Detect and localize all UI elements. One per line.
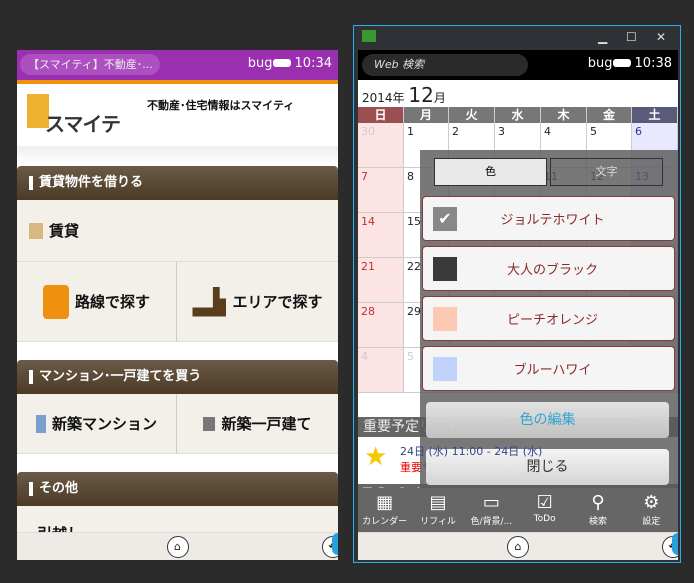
color-swatch [433, 306, 457, 331]
clock: 10:34 [294, 56, 332, 71]
accent-bar [17, 80, 338, 84]
calendar-day[interactable]: 28 [358, 303, 404, 348]
toolbar-refill[interactable]: ▤ リフィル [411, 488, 464, 532]
refill-icon: ▤ [429, 492, 447, 513]
status-bar: Web 検索 bug 10:38 [358, 50, 678, 80]
calendar-day[interactable]: 4 [358, 348, 404, 393]
star-icon: ★ [364, 442, 388, 472]
carrier: bug [247, 56, 273, 71]
emulator-window: ▁ ☐ ✕ Web 検索 bug 10:38 2014年 12月 重要予定リスト … [353, 25, 681, 563]
todo-icon: ☑ [536, 492, 553, 513]
edit-color-button[interactable]: 色の編集 [426, 402, 669, 438]
section-buy: マンション･一戸建てを買う [17, 360, 338, 394]
calendar-day[interactable]: 7 [358, 168, 404, 213]
tab-color[interactable]: 色 [434, 158, 547, 186]
bottom-nav: ⌂ ↶ [17, 532, 338, 560]
battery-icon [272, 59, 291, 67]
color-option[interactable]: 大人のブラック [422, 246, 675, 291]
color-swatch [433, 356, 457, 381]
weekday-header: 火 [449, 107, 495, 123]
gear-icon: ⚙ [643, 492, 660, 513]
color-option[interactable]: ✔ ジョルテホワイト [422, 196, 675, 241]
calendar-day[interactable]: 30 [358, 123, 404, 168]
left-phone-screen: 【スマイティ】不動産･... bug 10:34 スマイティ 不動産･住宅情報はス… [17, 50, 338, 560]
web-search-bar[interactable]: Web 検索 [362, 54, 528, 76]
carrier: bug [587, 56, 613, 71]
weekday-header: 日 [358, 107, 404, 123]
section-other: その他 [17, 472, 338, 506]
home-button[interactable]: ⌂ [507, 536, 529, 558]
weekday-header: 金 [587, 107, 632, 123]
japan-map-icon [192, 286, 227, 317]
weekday-header: 木 [541, 107, 587, 123]
minimize-button[interactable]: ▁ [598, 30, 607, 44]
side-handle[interactable] [672, 533, 678, 555]
monitor-icon: ▭ [482, 492, 500, 513]
bottom-nav: ⌂ ↶ [358, 532, 678, 560]
new-condo-link[interactable]: 新築マンション [17, 394, 177, 454]
right-phone-screen: Web 検索 bug 10:38 2014年 12月 重要予定リスト ★ 24日 … [358, 50, 678, 560]
search-by-line-link[interactable]: 路線で探す [17, 262, 177, 342]
color-dialog: 色 文字 ✔ ジョルテホワイト 大人のブラック ピーチオレンジ ブルーハワイ 色の編集 … [420, 150, 678, 490]
color-swatch [433, 256, 457, 281]
toolbar-search[interactable]: ⚲ 検索 [571, 488, 624, 532]
tagline: 不動産･住宅情報はスマイティ [147, 99, 295, 112]
event-time[interactable]: 24日 (水) 11:00 - 24日 (水) [400, 443, 542, 459]
weekday-header: 月 [404, 107, 449, 123]
new-house-link[interactable]: 新築一戸建て [177, 394, 338, 454]
smaity-logo[interactable]: スマイティ [27, 94, 137, 165]
app-icon [362, 30, 376, 42]
calendar-day[interactable]: 14 [358, 213, 404, 258]
toolbar-calendar[interactable]: ▦ カレンダー [358, 488, 411, 532]
weekday-header: 水 [495, 107, 541, 123]
toolbar-gear[interactable]: ⚙ 設定 [625, 488, 678, 532]
status-bar: 【スマイティ】不動産･... bug 10:34 [17, 50, 338, 80]
calendar-icon: ▦ [376, 492, 394, 513]
weekday-header: 土 [632, 107, 678, 123]
train-icon [42, 284, 69, 319]
tab-text[interactable]: 文字 [550, 158, 663, 186]
color-option[interactable]: ブルーハワイ [422, 346, 675, 391]
calendar-day[interactable]: 21 [358, 258, 404, 303]
home-button[interactable]: ⌂ [166, 536, 189, 558]
toolbar-monitor[interactable]: ▭ 色/背景/... [465, 488, 518, 532]
rent-link[interactable]: 賃貸 [17, 200, 338, 262]
search-icon: ⚲ [591, 492, 605, 513]
maximize-button[interactable]: ☐ [626, 30, 637, 44]
rent-icon [29, 222, 43, 239]
close-button[interactable]: ✕ [656, 30, 666, 44]
bottom-toolbar: ▦ カレンダー ▤ リフィル ▭ 色/背景/... ☑ ToDo ⚲ 検索 ⚙ 設定 [358, 488, 678, 532]
month-title: 2014年 12月 [362, 83, 446, 107]
condo-icon [35, 414, 46, 433]
notification-title[interactable]: 【スマイティ】不動産･... [20, 54, 160, 75]
check-icon: ✔ [433, 206, 457, 231]
color-option[interactable]: ピーチオレンジ [422, 296, 675, 341]
house-icon [203, 416, 216, 431]
section-rent: 賃貸物件を借りる [17, 166, 338, 200]
clock: 10:38 [634, 56, 672, 71]
side-handle[interactable] [332, 533, 338, 555]
battery-icon [612, 59, 631, 67]
search-by-area-link[interactable]: エリアで探す [177, 262, 338, 342]
toolbar-todo[interactable]: ☑ ToDo [518, 488, 571, 532]
